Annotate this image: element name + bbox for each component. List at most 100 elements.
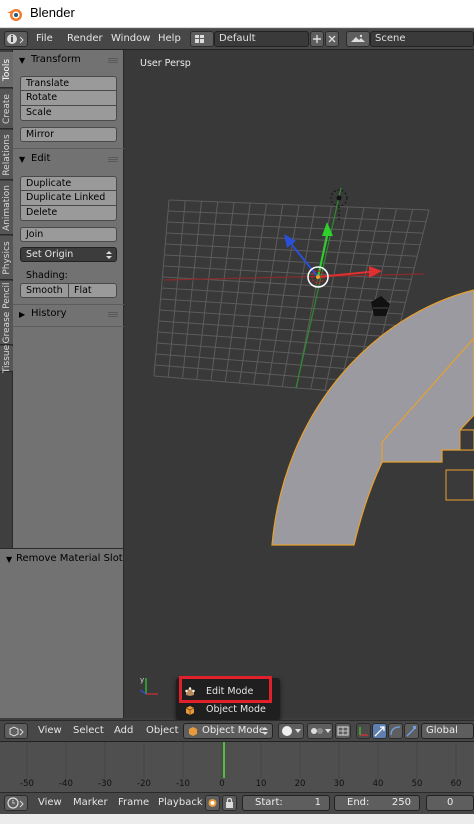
screen-layout-field[interactable]: Default [214, 31, 309, 47]
pivot-point-button[interactable] [307, 723, 333, 739]
tab-tools[interactable]: Tools [0, 52, 13, 88]
translate-button[interactable]: Translate [20, 76, 117, 91]
grid-icon [337, 726, 349, 736]
transform-orientation-dropdown[interactable]: Global [421, 723, 474, 739]
grid-line [281, 205, 316, 387]
timeline-tick-label: -50 [20, 779, 34, 789]
smooth-button[interactable]: Smooth [20, 283, 69, 298]
lock-icon [226, 797, 233, 808]
timeline-header: View Marker Frame Playback Start: 1 End:… [0, 792, 474, 814]
close-icon [328, 35, 336, 43]
translate-manipulator-button[interactable] [372, 723, 387, 739]
tab-relations[interactable]: Relations [0, 130, 13, 180]
tab-animation-label: Animation [1, 184, 12, 231]
add-layout-button[interactable] [310, 31, 324, 47]
manipulator-toggle[interactable] [356, 723, 371, 739]
history-panel-header[interactable]: ▶ History [13, 306, 124, 324]
menu-object[interactable]: Object [146, 725, 179, 736]
record-icon [208, 799, 217, 807]
panel-divider [13, 148, 124, 149]
panel-divider [13, 304, 124, 305]
duplicate-linked-button[interactable]: Duplicate Linked [20, 191, 117, 206]
menu-frame[interactable]: Frame [118, 797, 149, 808]
tab-grease-pencil[interactable]: Grease Pencil [0, 281, 13, 345]
edit-panel-header[interactable]: ▼ Edit [13, 151, 124, 169]
editor-type-button[interactable] [4, 795, 28, 811]
menu-select[interactable]: Select [73, 725, 104, 736]
mode-dropdown[interactable]: Object Mode [183, 723, 273, 739]
tab-tissue[interactable]: Tissue [0, 344, 13, 373]
tool-shelf: ▼ Transform Translate Rotate Scale Mirro… [13, 50, 124, 548]
end-frame-label: End: [347, 797, 370, 808]
drag-grip-icon[interactable] [108, 58, 118, 64]
axis-gizmo: y [139, 676, 158, 695]
viewport-scene: y [139, 187, 474, 695]
transform-panel-header[interactable]: ▼ Transform [13, 52, 124, 70]
3d-viewport[interactable]: y User Persp [124, 50, 474, 718]
timeline-tick-label: 10 [255, 779, 267, 789]
menu-add[interactable]: Add [114, 725, 133, 736]
start-frame-value: 1 [314, 797, 321, 808]
menu-view[interactable]: View [38, 797, 62, 808]
scene-icon [351, 34, 365, 42]
plus-icon [313, 35, 321, 43]
menu-view[interactable]: View [38, 725, 62, 736]
shading-label: Shading: [26, 270, 68, 281]
set-origin-dropdown[interactable]: Set Origin [20, 247, 117, 262]
collapse-triangle-icon[interactable]: ▼ [6, 555, 12, 564]
proportional-edit-button[interactable] [335, 723, 351, 739]
tab-animation[interactable]: Animation [0, 181, 13, 235]
screen-layout-browse[interactable] [190, 31, 214, 47]
viewport-label: User Persp [140, 58, 191, 69]
scale-icon [406, 726, 416, 737]
annotation-highlight-box [179, 676, 272, 703]
object-mode-item[interactable]: Object Mode [180, 702, 276, 718]
drag-grip-icon[interactable] [108, 312, 118, 318]
drag-grip-icon[interactable] [108, 157, 118, 163]
timeline-tick-label: 40 [372, 779, 384, 789]
current-frame-field[interactable]: 0 [426, 795, 474, 811]
menu-window[interactable]: Window [111, 33, 150, 44]
delete-button[interactable]: Delete [20, 206, 117, 221]
object-mode-label: Object Mode [206, 704, 266, 715]
scene-browse[interactable] [346, 31, 370, 47]
flat-button[interactable]: Flat [69, 283, 117, 298]
start-frame-field[interactable]: Start: 1 [242, 795, 330, 811]
lock-button[interactable] [222, 795, 237, 811]
dropdown-arrows-icon [262, 727, 268, 735]
editor-type-button[interactable] [4, 31, 28, 47]
rotate-manipulator-button[interactable] [388, 723, 403, 739]
orientation-label: Global [426, 725, 458, 736]
timeline-tick-label: -20 [137, 779, 151, 789]
timeline-tick-label: 0 [219, 779, 225, 789]
menu-help[interactable]: Help [158, 33, 181, 44]
selected-mesh[interactable] [271, 289, 474, 546]
remove-layout-button[interactable] [325, 31, 339, 47]
tab-create[interactable]: Create [0, 89, 13, 129]
end-frame-field[interactable]: End: 250 [334, 795, 420, 811]
menu-render[interactable]: Render [67, 33, 103, 44]
menu-playback[interactable]: Playback [158, 797, 203, 808]
menu-file[interactable]: File [36, 33, 53, 44]
collapse-triangle-icon: ▼ [19, 155, 26, 164]
mirror-button[interactable]: Mirror [20, 127, 117, 142]
auto-keying-button[interactable] [205, 795, 220, 811]
scale-button[interactable]: Scale [20, 106, 117, 121]
rotate-arc-icon [390, 726, 401, 736]
editor-type-button[interactable] [4, 723, 28, 739]
join-button[interactable]: Join [20, 227, 117, 242]
timeline-tick-label: -10 [176, 779, 190, 789]
viewport-shading-button[interactable] [278, 723, 304, 739]
menu-marker[interactable]: Marker [73, 797, 108, 808]
scene-field[interactable]: Scene [370, 31, 474, 47]
rotate-button[interactable]: Rotate [20, 91, 117, 106]
mode-dropdown-label: Object Mode [202, 725, 265, 736]
collapse-triangle-icon: ▼ [19, 56, 26, 65]
tab-physics[interactable]: Physics [0, 236, 13, 280]
tab-relations-label: Relations [1, 133, 12, 176]
window-title: Blender [30, 5, 75, 20]
end-frame-value: 250 [391, 797, 411, 808]
scale-manipulator-button[interactable] [404, 723, 419, 739]
duplicate-button[interactable]: Duplicate [20, 176, 117, 191]
timeline-area[interactable]: -50 -40 -30 -20 -10 0 10 20 30 40 50 60 [0, 742, 474, 792]
